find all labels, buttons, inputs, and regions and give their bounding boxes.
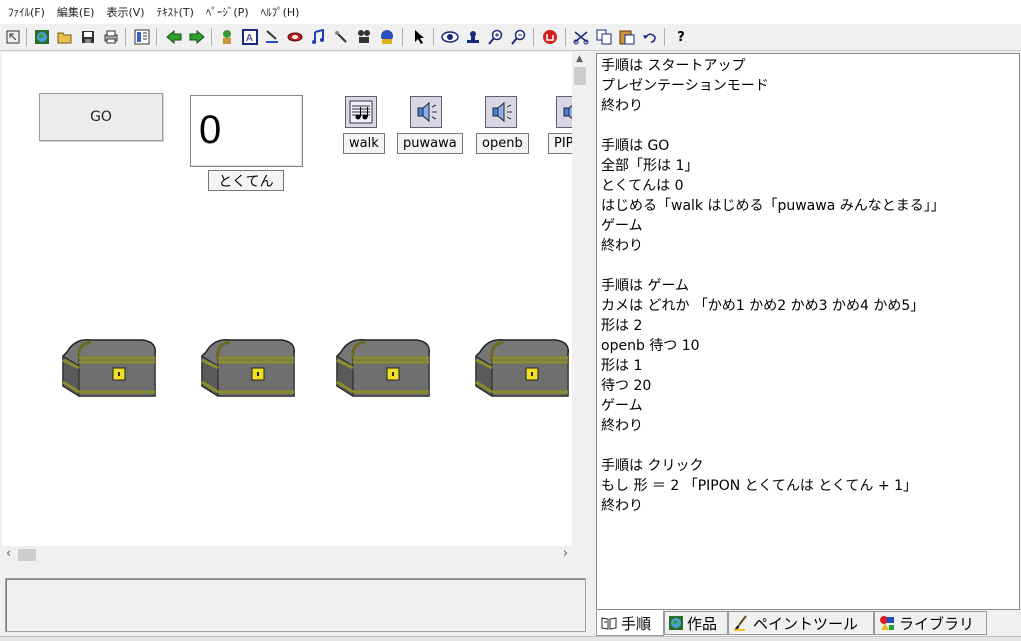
script-line: ゲーム	[601, 218, 643, 234]
music-note-icon[interactable]	[308, 27, 328, 47]
print-icon[interactable]	[101, 27, 121, 47]
treasure-chest[interactable]	[474, 338, 570, 398]
card-stage: GO 0 とくてん walk puwawa openb PIPON	[2, 52, 572, 546]
stop-icon[interactable]	[540, 27, 560, 47]
script-line: 形は 1	[601, 358, 643, 374]
menu-view[interactable]: 表示(V)	[102, 4, 152, 20]
paste-icon[interactable]	[617, 27, 637, 47]
treasure-chest[interactable]	[61, 338, 157, 398]
text-box-icon[interactable]: A	[240, 27, 260, 47]
globe-icon[interactable]	[32, 27, 52, 47]
script-line: 終わり	[601, 238, 643, 254]
button-icon[interactable]	[285, 27, 305, 47]
tab-paint-tool[interactable]: ペイントツール	[728, 611, 874, 635]
tab-label: ライブラリ	[899, 614, 975, 633]
globe-link-icon[interactable]	[377, 27, 397, 47]
script-line: 手順は クリック	[601, 458, 704, 474]
scroll-up-icon[interactable]: ▲	[576, 54, 583, 64]
horizontal-scroll-thumb[interactable]	[18, 549, 36, 561]
script-line: 終わり	[601, 98, 643, 114]
menu-page[interactable]: ﾍﾟｰｼﾞ(P)	[202, 4, 257, 20]
scroll-left-icon[interactable]: ‹	[6, 546, 11, 561]
pointer-icon[interactable]	[409, 27, 429, 47]
menu-edit[interactable]: 編集(E)	[53, 4, 103, 20]
editor-tabs: 手順 作品 ペイントツール ライブラリ	[596, 610, 1021, 636]
script-line: プレゼンテーションモード	[601, 78, 769, 94]
tab-label: 作品	[687, 614, 718, 633]
script-line: 手順は ゲーム	[601, 278, 690, 294]
script-line: とくてんは 0	[601, 178, 684, 194]
stamp-icon[interactable]	[463, 27, 483, 47]
script-line: はじめる「walk はじめる「puwawa みんなとまる」」	[601, 198, 945, 214]
open-folder-icon[interactable]	[55, 27, 75, 47]
magic-wand-icon[interactable]	[331, 27, 351, 47]
sound-label-pipon: PIPON	[548, 133, 572, 154]
eye-icon[interactable]	[440, 27, 460, 47]
sound-label-openb: openb	[476, 133, 529, 154]
speaker-icon[interactable]	[485, 96, 517, 128]
script-line: もし 形 ＝ 2 「PIPON とくてんは とくてん + 1」	[601, 478, 917, 494]
music-score-icon[interactable]	[345, 96, 377, 128]
script-line: 終わり	[601, 498, 643, 514]
forward-arrow-icon[interactable]	[187, 27, 207, 47]
go-button[interactable]: GO	[39, 93, 163, 141]
script-line: ゲーム	[601, 398, 643, 414]
treasure-chest[interactable]	[200, 338, 296, 398]
scroll-right-icon[interactable]: ›	[563, 546, 568, 561]
script-line: カメは どれか 「かめ1 かめ2 かめ3 かめ4 かめ5」	[601, 298, 925, 314]
sound-label-puwawa: puwawa	[397, 133, 463, 154]
message-box[interactable]	[5, 578, 586, 632]
script-line	[601, 116, 1019, 136]
vertical-scroll-thumb[interactable]	[574, 67, 586, 85]
speaker-icon[interactable]	[410, 96, 442, 128]
tab-label: 手順	[621, 614, 652, 633]
menu-bar: ﾌｧｲﾙ(F) 編集(E) 表示(V) ﾃｷｽﾄ(T) ﾍﾟｰｼﾞ(P) ﾍﾙﾌ…	[0, 0, 1021, 24]
stage-horizontal-scrollbar[interactable]: ‹ ›	[2, 546, 572, 563]
tab-library[interactable]: ライブラリ	[874, 611, 987, 635]
save-icon[interactable]	[78, 27, 98, 47]
tab-label: ペイントツール	[753, 614, 859, 633]
page-view-icon[interactable]	[132, 27, 152, 47]
movie-icon[interactable]	[354, 27, 374, 47]
script-line	[601, 256, 1019, 276]
shapes-icon	[879, 615, 895, 631]
menu-text[interactable]: ﾃｷｽﾄ(T)	[153, 4, 202, 20]
script-line: 終わり	[601, 418, 643, 434]
paint-icon[interactable]	[262, 27, 282, 47]
stage-vertical-scrollbar[interactable]: ▲	[572, 52, 589, 546]
back-arrow-icon[interactable]	[164, 27, 184, 47]
cursor-return-icon[interactable]	[3, 27, 23, 47]
script-line: 全部「形は 1」	[601, 158, 699, 174]
score-field: 0	[190, 95, 303, 167]
copy-icon[interactable]	[594, 27, 614, 47]
cut-icon[interactable]	[571, 27, 591, 47]
help-icon[interactable]: ?	[671, 27, 691, 47]
script-line	[601, 436, 1019, 456]
brush-icon	[733, 615, 749, 631]
svg-text:A: A	[246, 33, 253, 44]
globe-icon	[669, 616, 683, 630]
script-line: 形は 2	[601, 318, 643, 334]
treasure-chest[interactable]	[335, 338, 431, 398]
undo-icon[interactable]	[640, 27, 660, 47]
menu-file[interactable]: ﾌｧｲﾙ(F)	[4, 4, 53, 20]
script-line: 待つ 20	[601, 378, 652, 394]
zoom-in-icon[interactable]	[486, 27, 506, 47]
score-label: とくてん	[208, 170, 284, 191]
zoom-out-icon[interactable]	[509, 27, 529, 47]
script-line: openb 待つ 10	[601, 338, 700, 354]
script-line: 手順は GO	[601, 138, 670, 154]
book-icon	[601, 616, 617, 630]
tab-procedure[interactable]: 手順	[596, 610, 664, 636]
script-editor[interactable]: 手順は スタートアップ プレゼンテーションモード 終わり 手順は GO 全部「形は 1」…	[596, 53, 1020, 610]
script-line: 手順は スタートアップ	[601, 58, 746, 74]
toolbar: A ?	[0, 24, 1021, 51]
tab-works[interactable]: 作品	[664, 611, 728, 635]
menu-help[interactable]: ﾍﾙﾌﾟ(H)	[257, 4, 308, 20]
sound-label-walk: walk	[343, 133, 385, 154]
character-icon[interactable]	[217, 27, 237, 47]
status-strip	[0, 636, 1021, 641]
speaker-icon[interactable]	[556, 96, 572, 128]
